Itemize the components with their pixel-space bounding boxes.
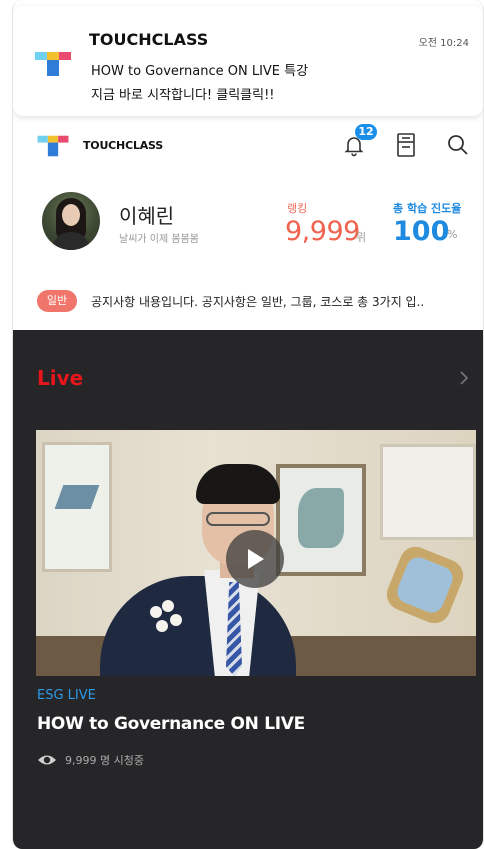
rank-value: 9,999 — [285, 216, 360, 247]
brand-name: TOUCHCLASS — [83, 139, 164, 152]
search-button[interactable] — [441, 128, 475, 162]
rank-label: 랭킹 — [287, 202, 308, 215]
touchclass-logo-icon — [37, 135, 69, 157]
live-section: Live ESG LIVE HOW to Governance ON LIVE … — [13, 330, 483, 849]
app-header: TOUCHCLASS 12 — [13, 122, 483, 172]
progress-unit: % — [447, 228, 458, 241]
notification-message-line2: 지금 바로 시작합니다! 클릭클릭!! — [91, 88, 275, 103]
user-name: 이혜린 — [119, 204, 175, 228]
video-thumbnail[interactable] — [36, 430, 476, 676]
play-button[interactable] — [226, 530, 284, 588]
notification-message-line1: HOW to Governance ON LIVE 특강 — [91, 64, 309, 79]
notice-bar[interactable]: 일반 공지사항 내용입니다. 공지사항은 일반, 그룹, 코스로 총 3가지 입… — [13, 282, 483, 322]
play-icon — [248, 549, 264, 569]
viewer-count-text: 9,999 명 시청중 — [65, 754, 144, 767]
progress-value: 100 — [393, 216, 450, 247]
notice-text: 공지사항 내용입니다. 공지사항은 일반, 그룹, 코스로 총 3가지 입.. — [91, 295, 425, 309]
rank-unit: 위 — [356, 231, 367, 244]
notification-app-name: TOUCHCLASS — [89, 30, 209, 49]
video-category: ESG LIVE — [37, 688, 96, 703]
search-icon — [448, 135, 468, 155]
live-section-title: Live — [37, 366, 84, 390]
video-title[interactable]: HOW to Governance ON LIVE — [37, 714, 305, 734]
push-notification[interactable]: TOUCHCLASS 오전 10:24 HOW to Governance ON… — [13, 6, 483, 116]
chevron-right-icon[interactable] — [459, 370, 469, 386]
app-frame: TOUCHCLASS 오전 10:24 HOW to Governance ON… — [12, 0, 484, 849]
profile-summary: 이혜린 날씨가 이제 봄봄봄 랭킹 9,999 위 총 학습 진도율 100 % — [13, 180, 483, 270]
notification-time: 오전 10:24 — [418, 38, 469, 49]
progress-label: 총 학습 진도율 — [393, 202, 462, 215]
eye-icon — [38, 755, 56, 765]
document-icon — [397, 133, 415, 157]
touchclass-logo-icon — [35, 52, 71, 76]
viewer-count: 9,999 명 시청중 — [37, 752, 144, 768]
user-status-message: 날씨가 이제 봄봄봄 — [119, 234, 199, 245]
avatar[interactable] — [42, 192, 100, 250]
notification-count-badge: 12 — [355, 124, 377, 140]
notice-tag: 일반 — [37, 290, 77, 312]
document-button[interactable] — [389, 128, 423, 162]
